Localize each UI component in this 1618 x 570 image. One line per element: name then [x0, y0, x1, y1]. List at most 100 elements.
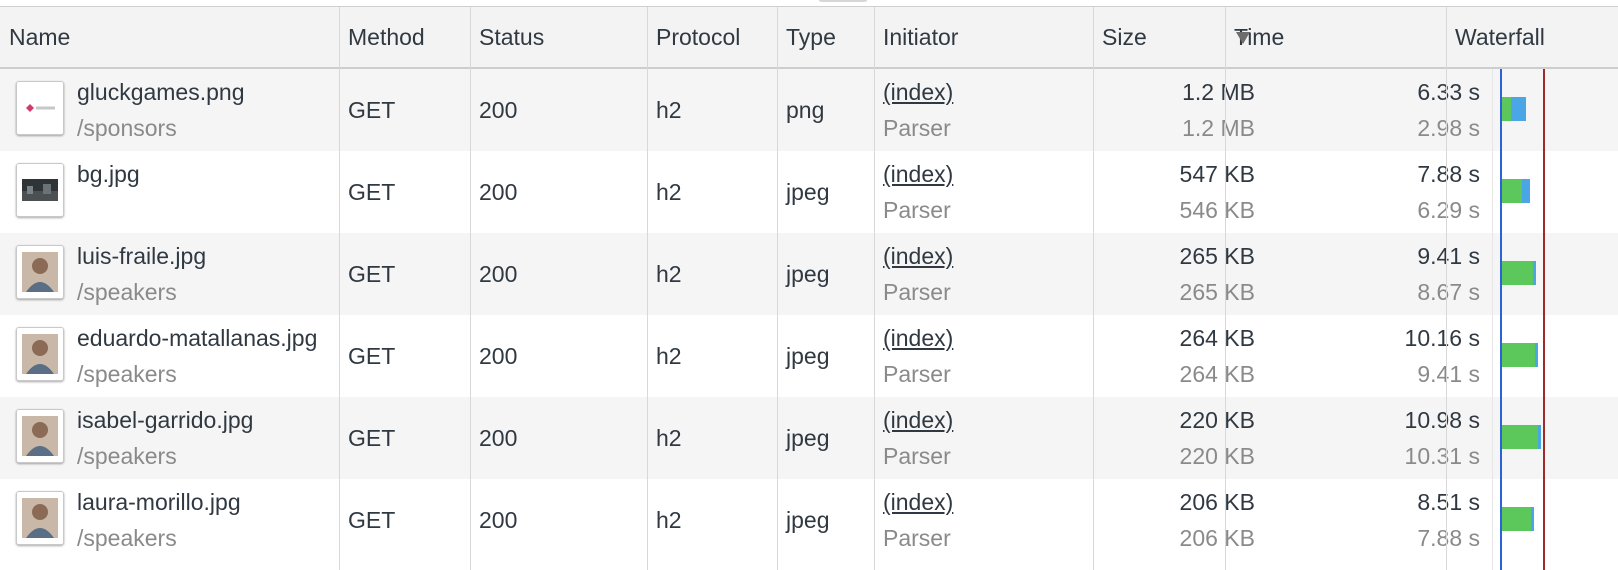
request-name[interactable]: eduardo-matallanas.jpg — [77, 321, 317, 355]
request-name[interactable]: isabel-garrido.jpg — [77, 403, 253, 437]
request-method: GET — [348, 425, 396, 451]
column-divider[interactable] — [470, 7, 471, 570]
total-time: 8.51 s — [1417, 489, 1480, 515]
request-type: jpeg — [786, 261, 830, 287]
initiator-link[interactable]: (index) — [883, 485, 953, 519]
waterfall-download-bar[interactable] — [1522, 179, 1530, 203]
request-name[interactable]: bg.jpg — [77, 157, 140, 191]
file-thumbnail-icon — [16, 245, 64, 299]
request-path: /sponsors — [77, 115, 177, 141]
request-type: jpeg — [786, 425, 830, 451]
file-thumbnail-icon — [16, 163, 64, 217]
initiator-type: Parser — [883, 525, 951, 551]
waterfall-download-bar[interactable] — [1535, 343, 1538, 367]
file-thumbnail-icon — [16, 491, 64, 545]
column-header-initiator[interactable]: Initiator — [874, 7, 1093, 67]
file-thumbnail-icon — [16, 81, 64, 135]
waterfall-download-bar[interactable] — [1531, 507, 1534, 531]
waterfall-download-bar[interactable] — [1511, 97, 1526, 121]
initiator-type: Parser — [883, 197, 951, 223]
request-method: GET — [348, 343, 396, 369]
waterfall-grid-line — [1492, 69, 1493, 570]
sort-descending-icon[interactable] — [1236, 32, 1250, 44]
column-divider[interactable] — [1446, 7, 1447, 570]
column-header-type[interactable]: Type — [777, 7, 874, 67]
total-time: 10.98 s — [1404, 407, 1480, 433]
request-name[interactable]: luis-fraile.jpg — [77, 239, 206, 273]
request-type: png — [786, 97, 825, 123]
initiator-type: Parser — [883, 361, 951, 387]
total-time: 7.88 s — [1417, 161, 1480, 187]
table-row[interactable]: gluckgames.png/sponsors GET 200 h2 png (index… — [0, 69, 1618, 151]
request-path: /speakers — [77, 279, 177, 305]
total-time: 6.33 s — [1417, 79, 1480, 105]
table-row[interactable]: bg.jpg GET 200 h2 jpeg (index) Parser 547 KB 546… — [0, 151, 1618, 233]
drawer-resize-grip[interactable] — [818, 0, 868, 2]
file-thumbnail-icon — [16, 409, 64, 463]
request-method: GET — [348, 179, 396, 205]
latency-time: 7.88 s — [1417, 525, 1480, 551]
load-event-line — [1543, 69, 1545, 570]
table-row[interactable]: isabel-garrido.jpg/speakers GET 200 h2 jpeg (… — [0, 397, 1618, 479]
column-header-protocol[interactable]: Protocol — [647, 7, 777, 67]
request-protocol: h2 — [656, 507, 682, 533]
column-header-status[interactable]: Status — [470, 7, 647, 67]
request-type: jpeg — [786, 179, 830, 205]
column-header-time[interactable]: Time — [1225, 7, 1446, 67]
column-divider[interactable] — [339, 7, 340, 570]
request-protocol: h2 — [656, 343, 682, 369]
latency-time: 9.41 s — [1417, 361, 1480, 387]
waterfall-waiting-bar[interactable] — [1501, 179, 1522, 203]
table-row[interactable]: eduardo-matallanas.jpg/speakers GET 200 h2 j… — [0, 315, 1618, 397]
column-header-size[interactable]: Size — [1093, 7, 1225, 67]
column-header-name[interactable]: Name — [0, 7, 339, 67]
waterfall-download-bar[interactable] — [1533, 261, 1536, 285]
column-divider[interactable] — [1093, 7, 1094, 570]
total-time: 9.41 s — [1417, 243, 1480, 269]
total-time: 10.16 s — [1404, 325, 1480, 351]
waterfall-download-bar[interactable] — [1538, 425, 1541, 449]
request-status: 200 — [479, 343, 518, 369]
table-row[interactable]: laura-morillo.jpg/speakers GET 200 h2 jpeg (i… — [0, 479, 1618, 561]
initiator-link[interactable]: (index) — [883, 157, 953, 191]
column-divider[interactable] — [647, 7, 648, 570]
initiator-link[interactable]: (index) — [883, 321, 953, 355]
waterfall-waiting-bar[interactable] — [1501, 261, 1533, 285]
latency-time: 8.67 s — [1417, 279, 1480, 305]
initiator-link[interactable]: (index) — [883, 75, 953, 109]
request-type: jpeg — [786, 343, 830, 369]
request-method: GET — [348, 261, 396, 287]
request-protocol: h2 — [656, 425, 682, 451]
latency-time: 2.98 s — [1417, 115, 1480, 141]
initiator-link[interactable]: (index) — [883, 403, 953, 437]
request-method: GET — [348, 97, 396, 123]
initiator-type: Parser — [883, 115, 951, 141]
waterfall-waiting-bar[interactable] — [1501, 343, 1535, 367]
column-divider[interactable] — [874, 7, 875, 570]
request-status: 200 — [479, 507, 518, 533]
request-protocol: h2 — [656, 179, 682, 205]
request-method: GET — [348, 507, 396, 533]
table-row[interactable]: luis-fraile.jpg/speakers GET 200 h2 jpeg (ind… — [0, 233, 1618, 315]
request-status: 200 — [479, 261, 518, 287]
dom-content-loaded-line — [1500, 69, 1502, 570]
request-type: jpeg — [786, 507, 830, 533]
column-header-method[interactable]: Method — [339, 7, 470, 67]
network-table-header: Name Method Status Protocol Type Initiat… — [0, 7, 1618, 69]
latency-time: 10.31 s — [1404, 443, 1480, 469]
column-divider[interactable] — [1225, 7, 1226, 570]
request-status: 200 — [479, 179, 518, 205]
waterfall-waiting-bar[interactable] — [1501, 425, 1538, 449]
request-protocol: h2 — [656, 261, 682, 287]
request-path: /speakers — [77, 361, 177, 387]
initiator-type: Parser — [883, 443, 951, 469]
request-protocol: h2 — [656, 97, 682, 123]
column-header-waterfall[interactable]: Waterfall — [1446, 7, 1618, 67]
waterfall-waiting-bar[interactable] — [1501, 97, 1511, 121]
column-divider[interactable] — [777, 7, 778, 570]
request-name[interactable]: laura-morillo.jpg — [77, 485, 241, 519]
request-name[interactable]: gluckgames.png — [77, 75, 245, 109]
initiator-link[interactable]: (index) — [883, 239, 953, 273]
waterfall-waiting-bar[interactable] — [1501, 507, 1531, 531]
request-path: /speakers — [77, 525, 177, 551]
